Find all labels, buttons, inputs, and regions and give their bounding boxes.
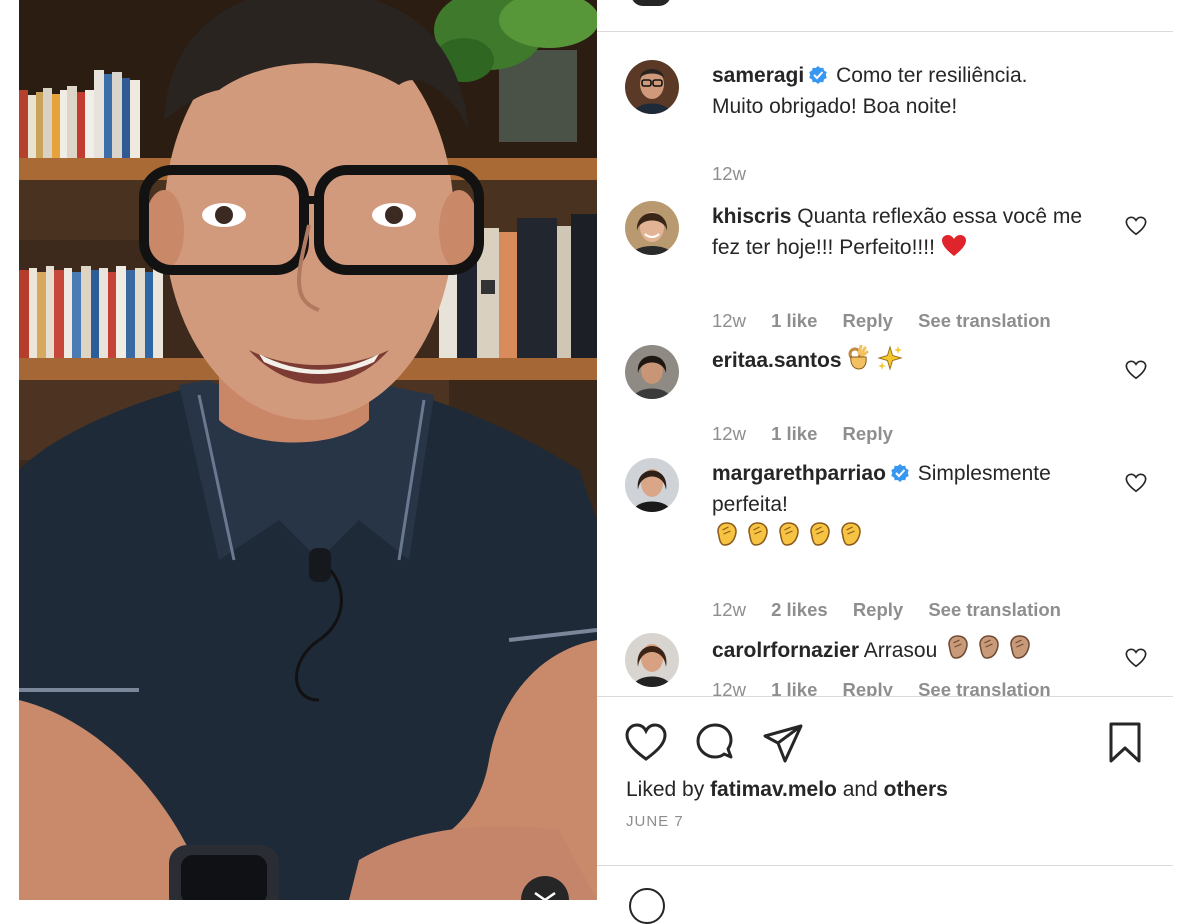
liked-by-others[interactable]: others — [884, 778, 948, 801]
reply-button[interactable]: Reply — [843, 423, 893, 444]
comment-likes[interactable]: 1 like — [771, 310, 817, 331]
comment-time[interactable]: 12w — [712, 679, 746, 696]
clapping-hands-icon — [717, 522, 737, 546]
comment-text: khiscris Quanta reflexão essa você me fe… — [712, 201, 1090, 263]
see-translation-button[interactable]: See translation — [918, 679, 1051, 696]
comment-meta: 12w 2 likes Reply See translation — [712, 599, 1081, 621]
share-icon[interactable] — [761, 721, 805, 765]
red-heart-icon — [941, 235, 966, 256]
post-date[interactable]: JUNE 7 — [626, 813, 684, 830]
bookmark-icon[interactable] — [1103, 721, 1147, 765]
post-actions: Liked by fatimav.melo and others JUNE 7 — [597, 697, 1173, 867]
emoji-picker-icon[interactable] — [629, 888, 665, 924]
page-gutter-left — [0, 0, 19, 900]
comment-like-heart-icon[interactable] — [1125, 472, 1147, 494]
avatar[interactable] — [625, 633, 679, 687]
header-avatar[interactable] — [631, 0, 671, 6]
sparkles-icon — [877, 345, 904, 371]
comment-time[interactable]: 12w — [712, 599, 746, 620]
heart-icon[interactable] — [624, 721, 668, 765]
comment-like-heart-icon[interactable] — [1125, 647, 1147, 669]
clapping-hands-icon — [779, 522, 799, 546]
avatar[interactable] — [625, 345, 679, 399]
comment-username[interactable]: khiscris — [712, 205, 791, 228]
avatar[interactable] — [625, 201, 679, 255]
post-photo — [19, 0, 597, 900]
comment-time[interactable]: 12w — [712, 310, 746, 331]
liked-by: Liked by fatimav.melo and others — [626, 778, 948, 802]
reply-button[interactable]: Reply — [853, 599, 903, 620]
page-gutter-right — [1173, 0, 1200, 900]
ok-hand-icon — [848, 345, 869, 370]
comment-like-heart-icon[interactable] — [1125, 215, 1147, 237]
clapping-hands-icon — [1010, 635, 1030, 659]
verified-badge-icon — [891, 464, 909, 482]
comment-meta: 12w 1 like Reply See translation — [712, 679, 1071, 696]
clapping-hands-icon — [948, 635, 968, 659]
comment-username[interactable]: carolrfornazier — [712, 639, 859, 662]
comment-username[interactable]: eritaa.santos — [712, 349, 842, 372]
see-translation-button[interactable]: See translation — [928, 599, 1061, 620]
avatar[interactable] — [625, 458, 679, 512]
liked-by-and: and — [842, 778, 878, 801]
clapping-hands-icon — [841, 522, 861, 546]
see-translation-button[interactable]: See translation — [918, 310, 1051, 331]
comment-text: eritaa.santos — [712, 345, 1090, 376]
comment-text: carolrfornazier Arrasou — [712, 633, 1090, 666]
post-details-panel: sameragi Como ter resiliência. Muito obr… — [597, 0, 1174, 924]
caption-time[interactable]: 12w — [712, 163, 746, 184]
comment-text: margarethparriao Simplesmente perfeita! — [712, 458, 1090, 553]
caption-username[interactable]: sameragi — [712, 64, 804, 87]
clapping-hands-icon — [979, 635, 999, 659]
clapping-hands-icon — [748, 522, 768, 546]
comment-icon[interactable] — [693, 721, 737, 765]
comment-body: Arrasou — [863, 639, 938, 662]
liked-by-user[interactable]: fatimav.melo — [710, 778, 837, 801]
comment-likes[interactable]: 1 like — [771, 679, 817, 696]
comment-time[interactable]: 12w — [712, 423, 746, 444]
caption-text: sameragi Como ter resiliência. Muito obr… — [712, 60, 1090, 122]
avatar[interactable] — [625, 60, 679, 114]
comment-meta: 12w 1 like Reply See translation — [712, 310, 1071, 332]
comment-like-heart-icon[interactable] — [1125, 359, 1147, 381]
clapping-hands-row — [712, 522, 867, 549]
reply-button[interactable]: Reply — [843, 310, 893, 331]
comment-likes[interactable]: 1 like — [771, 423, 817, 444]
comment-likes[interactable]: 2 likes — [771, 599, 828, 620]
add-comment-divider — [597, 865, 1173, 866]
post-media[interactable] — [19, 0, 597, 900]
caption-meta: 12w — [712, 163, 766, 185]
reply-button[interactable]: Reply — [843, 679, 893, 696]
comment-username[interactable]: margarethparriao — [712, 462, 886, 485]
clapping-hands-icon — [810, 522, 830, 546]
comments-list[interactable]: sameragi Como ter resiliência. Muito obr… — [597, 32, 1173, 696]
liked-by-prefix: Liked by — [626, 778, 705, 801]
caption-line-1: Como ter resiliência. — [836, 64, 1028, 87]
verified-badge-icon — [809, 66, 827, 84]
comment-meta: 12w 1 like Reply — [712, 423, 913, 445]
caption-line-2: Muito obrigado! Boa noite! — [712, 95, 958, 118]
